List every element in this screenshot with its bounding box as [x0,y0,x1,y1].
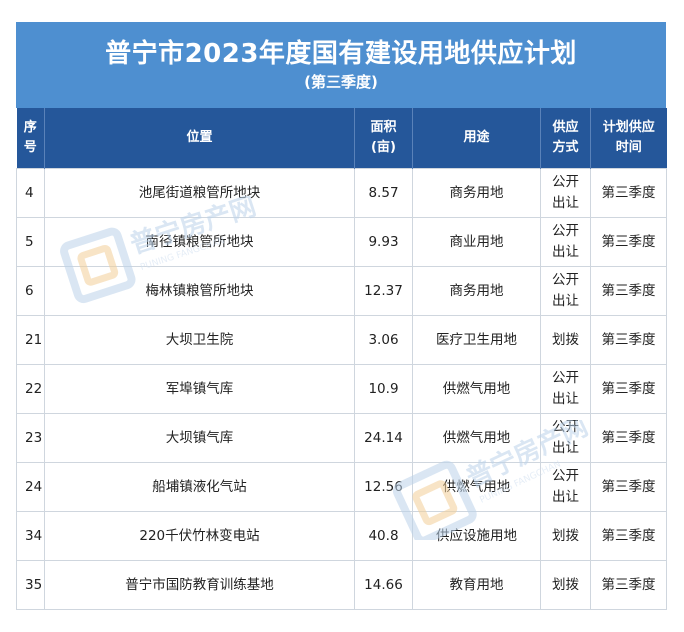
cell-time: 第三季度 [590,364,667,414]
table-row: 4 池尾街道粮管所地块 8.57 商务用地 公开出让 第三季度 [16,168,667,218]
table-row: 34 220千伏竹林变电站 40.8 供应设施用地 划拨 第三季度 [16,511,667,561]
cell-area: 12.37 [354,266,413,316]
cell-area: 24.14 [354,413,413,463]
cell-method: 划拨 [540,315,591,365]
cell-no: 4 [16,168,45,218]
cell-time: 第三季度 [590,462,667,512]
cell-method: 公开出让 [540,266,591,316]
cell-area: 9.93 [354,217,413,267]
table-row: 21 大坝卫生院 3.06 医疗卫生用地 划拨 第三季度 [16,315,667,365]
header-method: 供应 方式 [540,108,591,169]
cell-use: 医疗卫生用地 [412,315,541,365]
cell-no: 22 [16,364,45,414]
cell-area: 14.66 [354,560,413,610]
cell-no: 35 [16,560,45,610]
cell-area: 12.56 [354,462,413,512]
cell-no: 5 [16,217,45,267]
cell-location: 大坝卫生院 [44,315,355,365]
cell-use: 商务用地 [412,266,541,316]
cell-no: 6 [16,266,45,316]
cell-method: 公开出让 [540,364,591,414]
table-row: 22 军埠镇气库 10.9 供燃气用地 公开出让 第三季度 [16,364,667,414]
cell-location: 南径镇粮管所地块 [44,217,355,267]
supply-plan-table: 序号 位置 面积 (亩) 用途 供应 方式 计划供应 时间 4 池尾街道粮管所地块… [16,108,667,610]
cell-area: 10.9 [354,364,413,414]
cell-method: 公开出让 [540,413,591,463]
cell-use: 供应设施用地 [412,511,541,561]
cell-no: 21 [16,315,45,365]
cell-method: 公开出让 [540,217,591,267]
plan-card: 普宁市2023年度国有建设用地供应计划 (第三季度) 序号 位置 面积 (亩) … [16,22,667,610]
cell-method: 划拨 [540,511,591,561]
cell-location: 220千伏竹林变电站 [44,511,355,561]
cell-area: 8.57 [354,168,413,218]
page-title: 普宁市2023年度国有建设用地供应计划 [105,39,577,69]
cell-time: 第三季度 [590,560,667,610]
cell-use: 商业用地 [412,217,541,267]
cell-location: 池尾街道粮管所地块 [44,168,355,218]
cell-use: 供燃气用地 [412,462,541,512]
cell-no: 24 [16,462,45,512]
cell-use: 商务用地 [412,168,541,218]
header-use: 用途 [412,108,541,169]
cell-no: 34 [16,511,45,561]
cell-time: 第三季度 [590,217,667,267]
cell-location: 军埠镇气库 [44,364,355,414]
cell-method: 划拨 [540,560,591,610]
cell-location: 船埔镇液化气站 [44,462,355,512]
cell-area: 3.06 [354,315,413,365]
header-time: 计划供应 时间 [590,108,667,169]
cell-use: 供燃气用地 [412,413,541,463]
cell-time: 第三季度 [590,413,667,463]
cell-location: 梅林镇粮管所地块 [44,266,355,316]
table-row: 35 普宁市国防教育训练基地 14.66 教育用地 划拨 第三季度 [16,560,667,610]
cell-time: 第三季度 [590,511,667,561]
table-header-row: 序号 位置 面积 (亩) 用途 供应 方式 计划供应 时间 [16,108,667,169]
cell-method: 公开出让 [540,462,591,512]
cell-use: 供燃气用地 [412,364,541,414]
cell-no: 23 [16,413,45,463]
table-row: 23 大坝镇气库 24.14 供燃气用地 公开出让 第三季度 [16,413,667,463]
cell-use: 教育用地 [412,560,541,610]
cell-time: 第三季度 [590,315,667,365]
cell-location: 普宁市国防教育训练基地 [44,560,355,610]
cell-area: 40.8 [354,511,413,561]
cell-method: 公开出让 [540,168,591,218]
table-row: 24 船埔镇液化气站 12.56 供燃气用地 公开出让 第三季度 [16,462,667,512]
table-row: 6 梅林镇粮管所地块 12.37 商务用地 公开出让 第三季度 [16,266,667,316]
title-block: 普宁市2023年度国有建设用地供应计划 (第三季度) [16,22,666,108]
header-no: 序号 [16,108,45,169]
table-row: 5 南径镇粮管所地块 9.93 商业用地 公开出让 第三季度 [16,217,667,267]
header-location: 位置 [44,108,355,169]
page-subtitle: (第三季度) [304,73,378,91]
header-area: 面积 (亩) [354,108,413,169]
cell-time: 第三季度 [590,168,667,218]
cell-time: 第三季度 [590,266,667,316]
cell-location: 大坝镇气库 [44,413,355,463]
